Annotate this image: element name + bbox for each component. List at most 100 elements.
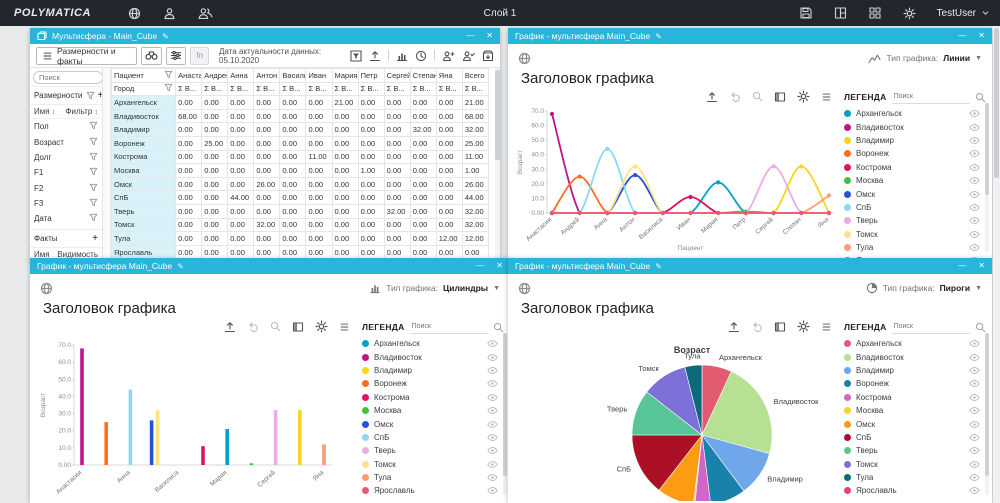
legend-search-input[interactable] [410,320,488,334]
legend-item[interactable]: СпБ [842,431,990,444]
filter-icon[interactable] [86,91,95,100]
column-header[interactable]: Всего [462,69,488,83]
filter-icon[interactable] [89,213,98,224]
bar[interactable] [80,348,84,465]
eye-icon[interactable] [969,163,980,172]
filter-icon[interactable] [89,183,98,194]
dimension-item[interactable]: F3 [30,196,102,211]
column-header[interactable]: Васили [280,69,306,83]
row-dim-header[interactable]: Пациент [112,69,176,83]
eye-icon[interactable] [969,109,980,118]
save-layout-icon[interactable] [800,7,812,19]
search-icon[interactable] [975,322,986,333]
legend-item[interactable]: СпБ [360,431,508,444]
legend-item[interactable]: СпБ [842,201,990,214]
legend-item[interactable]: Кострома [842,391,990,404]
legend-item[interactable]: Ярославль [842,484,990,497]
line-series[interactable] [550,112,831,215]
add-fact-button[interactable]: + [92,233,98,244]
zoom-reset-icon[interactable] [270,321,281,332]
bar[interactable] [201,446,205,465]
legend-item[interactable]: Архангельск [842,107,990,120]
eye-icon[interactable] [487,486,498,495]
window-layout-icon[interactable] [834,7,847,19]
measure-header[interactable]: Σ В... [462,82,488,96]
legend-item[interactable]: Кострома [842,161,990,174]
eye-icon[interactable] [969,433,980,442]
layer-label[interactable]: Слой 1 [484,8,517,19]
row-header[interactable]: Москва [112,164,176,178]
line-chart[interactable]: 0.0010.020.030.040.050.060.070.0ВозрастА… [514,103,840,253]
dimension-item[interactable]: F2 [30,181,102,196]
row-dim-header[interactable]: Город [112,82,176,96]
dimension-item[interactable]: Возраст [30,134,102,149]
legend-item[interactable]: Владимир [842,364,990,377]
bar[interactable] [274,410,278,465]
filter-icon[interactable] [89,167,98,178]
eye-icon[interactable] [969,216,980,225]
dimension-item[interactable]: Долг [30,150,102,165]
bar[interactable] [322,444,326,465]
chart-type-select[interactable]: Тип графика:Цилиндры ▼ [369,283,500,294]
multisphere-link-icon[interactable] [40,282,53,295]
column-header[interactable]: Антон [254,69,280,83]
measure-header[interactable]: Σ В... [202,82,228,96]
rename-icon[interactable]: ✎ [162,32,169,41]
column-header[interactable]: Петр [358,69,384,83]
column-header[interactable]: Яна [436,69,462,83]
bar[interactable] [156,410,160,465]
legend-list-icon[interactable] [821,322,832,332]
eye-icon[interactable] [969,136,980,145]
settings-gear-icon[interactable] [903,7,916,20]
eye-icon[interactable] [969,190,980,199]
export-icon[interactable] [706,91,718,103]
legend-item[interactable]: Тверь [842,214,990,227]
apps-grid-icon[interactable] [869,7,881,19]
eye-icon[interactable] [487,339,498,348]
row-header[interactable]: Омск [112,177,176,191]
column-header[interactable]: Мария [332,69,358,83]
legend-item[interactable]: Москва [360,404,508,417]
eye-icon[interactable] [969,203,980,212]
eye-icon[interactable] [969,446,980,455]
time-icon[interactable] [415,50,427,62]
line-series[interactable] [550,211,831,215]
dimension-item[interactable]: Дата [30,211,102,226]
legend-scrollbar[interactable] [985,333,989,495]
pie-chart[interactable]: ВозрастАрхангельскВладивостокВладимирВор… [514,333,836,501]
close-button[interactable]: ✕ [496,262,503,270]
minimize-button[interactable]: — [466,32,474,40]
search-icon[interactable] [975,92,986,103]
dimension-item[interactable]: F1 [30,165,102,180]
legend-item[interactable]: Владивосток [842,120,990,133]
measure-header[interactable]: Σ В... [280,82,306,96]
gear-icon[interactable] [315,320,328,333]
legend-item[interactable]: Москва [842,174,990,187]
multisphere-icon[interactable] [128,7,141,20]
row-header[interactable]: Томск [112,218,176,232]
undo-icon[interactable] [751,321,763,333]
row-header[interactable]: Воронеж [112,136,176,150]
legend-item[interactable]: Тверь [842,444,990,457]
filter-icon[interactable] [89,198,98,209]
eye-icon[interactable] [487,366,498,375]
column-header[interactable]: Иван [306,69,332,83]
row-header[interactable]: Владивосток [112,109,176,123]
search-icon[interactable] [493,322,504,333]
eye-icon[interactable] [969,353,980,362]
panel-icon[interactable] [292,321,304,333]
eye-icon[interactable] [969,149,980,158]
minimize-button[interactable]: — [958,32,966,40]
legend-item[interactable]: Омск [360,417,508,430]
legend-list-icon[interactable] [339,322,350,332]
legend-item[interactable]: Воронеж [842,377,990,390]
line-series[interactable] [550,147,831,215]
measure-header[interactable]: Σ В... [384,82,410,96]
minimize-button[interactable]: — [958,262,966,270]
legend-item[interactable]: Кострома [360,391,508,404]
export-icon[interactable] [369,50,381,62]
minimize-button[interactable]: — [476,262,484,270]
eye-icon[interactable] [487,353,498,362]
bar[interactable] [129,390,133,465]
eye-icon[interactable] [487,460,498,469]
